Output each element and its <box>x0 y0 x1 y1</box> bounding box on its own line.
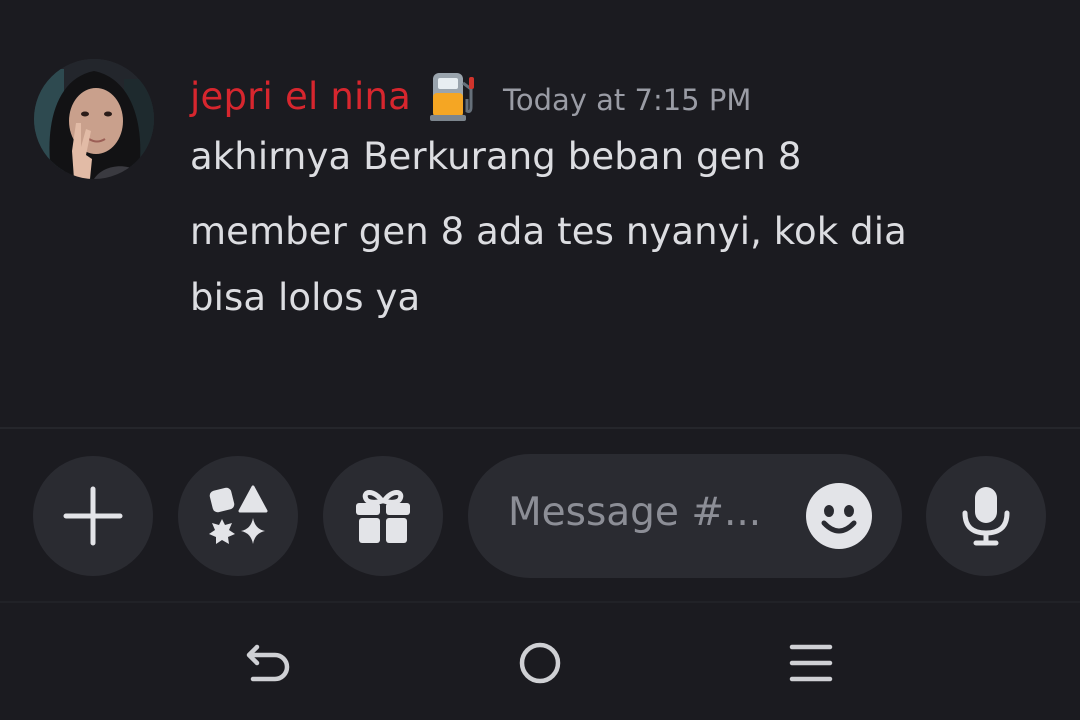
nav-back-button[interactable] <box>245 639 293 687</box>
back-arrow-icon <box>246 644 290 682</box>
nav-home-button[interactable] <box>516 639 564 687</box>
home-circle-icon <box>519 642 561 684</box>
apps-icon <box>209 485 268 544</box>
avatar[interactable] <box>34 59 154 179</box>
message-text-line: member gen 8 ada tes nyanyi, kok dia <box>190 210 907 253</box>
plus-icon <box>63 486 123 546</box>
system-nav-bar <box>0 603 1080 720</box>
smiley-icon <box>806 483 872 549</box>
avatar-image <box>34 59 154 179</box>
author-username[interactable]: jepri el nina <box>190 75 411 118</box>
message-item: jepri el nina Today at 7:15 PM akhirnya … <box>0 0 1080 428</box>
gift-icon <box>356 490 410 543</box>
chat-screen: jepri el nina Today at 7:15 PM akhirnya … <box>0 0 1080 720</box>
message-timestamp: Today at 7:15 PM <box>503 83 752 117</box>
add-attachment-button[interactable] <box>33 456 153 576</box>
message-input-placeholder: Message #... <box>508 490 762 535</box>
message-header: jepri el nina Today at 7:15 PM <box>190 68 751 124</box>
gift-button[interactable] <box>323 456 443 576</box>
nav-recents-button[interactable] <box>787 639 835 687</box>
message-text-line: akhirnya Berkurang beban gen 8 <box>190 135 802 178</box>
message-text-line: bisa lolos ya <box>190 276 421 319</box>
fuel-pump-icon <box>427 69 481 123</box>
menu-lines-icon <box>789 644 833 682</box>
apps-button[interactable] <box>178 456 298 576</box>
message-input[interactable]: Message #... <box>468 454 902 578</box>
voice-message-button[interactable] <box>926 456 1046 576</box>
emoji-button[interactable] <box>804 481 874 551</box>
microphone-icon <box>962 487 1010 546</box>
message-composer: Message #... <box>0 429 1080 601</box>
